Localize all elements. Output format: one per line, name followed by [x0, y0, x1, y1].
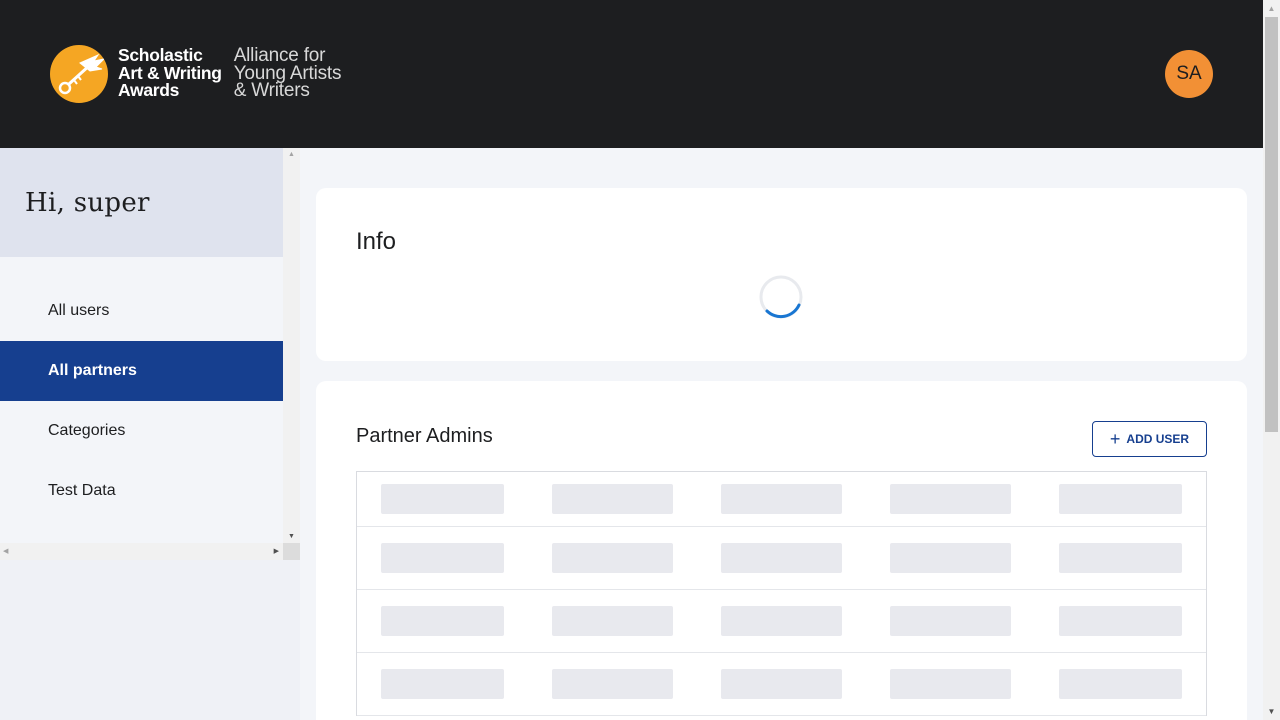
skeleton-cell — [1059, 606, 1182, 636]
sidebar-vertical-scrollbar[interactable]: ▲ ▼ — [283, 148, 300, 543]
user-avatar[interactable]: SA — [1165, 50, 1213, 98]
scroll-right-arrow-icon[interactable]: ▶ — [274, 543, 279, 560]
skeleton-cell — [890, 543, 1011, 573]
skeleton-cell — [381, 543, 504, 573]
scroll-up-arrow-icon[interactable]: ▲ — [1263, 0, 1280, 17]
table-row — [357, 472, 1206, 527]
partner-admins-title: Partner Admins — [356, 425, 493, 447]
scroll-left-arrow-icon[interactable]: ◀ — [3, 543, 8, 560]
sidebar-item-label: Test Data — [48, 482, 116, 499]
sidebar-nav: All users All partners Categories Test D… — [0, 281, 283, 521]
skeleton-cell — [890, 484, 1011, 514]
avatar-initials: SA — [1176, 63, 1202, 84]
scroll-up-arrow-icon[interactable]: ▲ — [283, 151, 300, 158]
scrollbar-corner — [283, 543, 300, 560]
skeleton-cell — [552, 543, 673, 573]
skeleton-cell — [381, 484, 504, 514]
table-row — [357, 653, 1206, 716]
skeleton-cell — [552, 484, 673, 514]
info-title: Info — [356, 228, 397, 255]
info-card: Info — [316, 188, 1247, 361]
partner-admins-table — [356, 471, 1207, 716]
sidebar-greeting: Hi, super — [0, 148, 283, 257]
skeleton-cell — [552, 669, 673, 699]
skeleton-cell — [552, 606, 673, 636]
skeleton-cell — [721, 669, 842, 699]
table-row — [357, 527, 1206, 590]
sidebar-item-all-users[interactable]: All users — [0, 281, 283, 341]
skeleton-cell — [1059, 669, 1182, 699]
sidebar-item-all-partners[interactable]: All partners — [0, 341, 283, 401]
table-row — [357, 590, 1206, 653]
sidebar: Hi, super All users All partners Categor… — [0, 148, 283, 543]
plus-icon: + — [1109, 429, 1121, 449]
loading-spinner-icon — [759, 275, 803, 319]
logo-title: Scholastic Art & Writing Awards — [118, 45, 222, 100]
sidebar-item-label: All partners — [48, 362, 137, 379]
skeleton-cell — [721, 606, 842, 636]
sidebar-horizontal-scrollbar[interactable]: ◀ ▶ — [0, 543, 283, 560]
scholastic-logo[interactable]: Scholastic Art & Writing Awards Alliance… — [50, 45, 341, 103]
logo-subtitle: Alliance for Young Artists & Writers — [233, 45, 342, 101]
sidebar-item-label: All users — [48, 302, 110, 319]
sidebar-item-label: Categories — [48, 422, 126, 439]
skeleton-cell — [890, 669, 1011, 699]
sidebar-hscroll-thumb[interactable] — [14, 545, 269, 558]
page-scrollbar[interactable]: ▲ ▼ — [1263, 0, 1280, 720]
key-emblem-icon — [50, 45, 108, 103]
page-scrollbar-thumb[interactable] — [1265, 17, 1278, 432]
skeleton-cell — [721, 543, 842, 573]
add-user-button[interactable]: + ADD USER — [1092, 421, 1207, 457]
sidebar-item-test-data[interactable]: Test Data — [0, 461, 283, 521]
skeleton-cell — [1059, 543, 1182, 573]
skeleton-cell — [381, 606, 504, 636]
scroll-down-arrow-icon[interactable]: ▼ — [1263, 703, 1280, 720]
partner-admins-card: Partner Admins + ADD USER — [316, 381, 1247, 720]
scroll-down-arrow-icon[interactable]: ▼ — [283, 533, 300, 540]
skeleton-cell — [890, 606, 1011, 636]
sidebar-item-categories[interactable]: Categories — [0, 401, 283, 461]
skeleton-cell — [721, 484, 842, 514]
skeleton-cell — [1059, 484, 1182, 514]
top-header: Scholastic Art & Writing Awards Alliance… — [0, 0, 1263, 148]
greeting-text: Hi, super — [25, 187, 150, 218]
add-user-label: ADD USER — [1126, 432, 1190, 446]
skeleton-cell — [381, 669, 504, 699]
